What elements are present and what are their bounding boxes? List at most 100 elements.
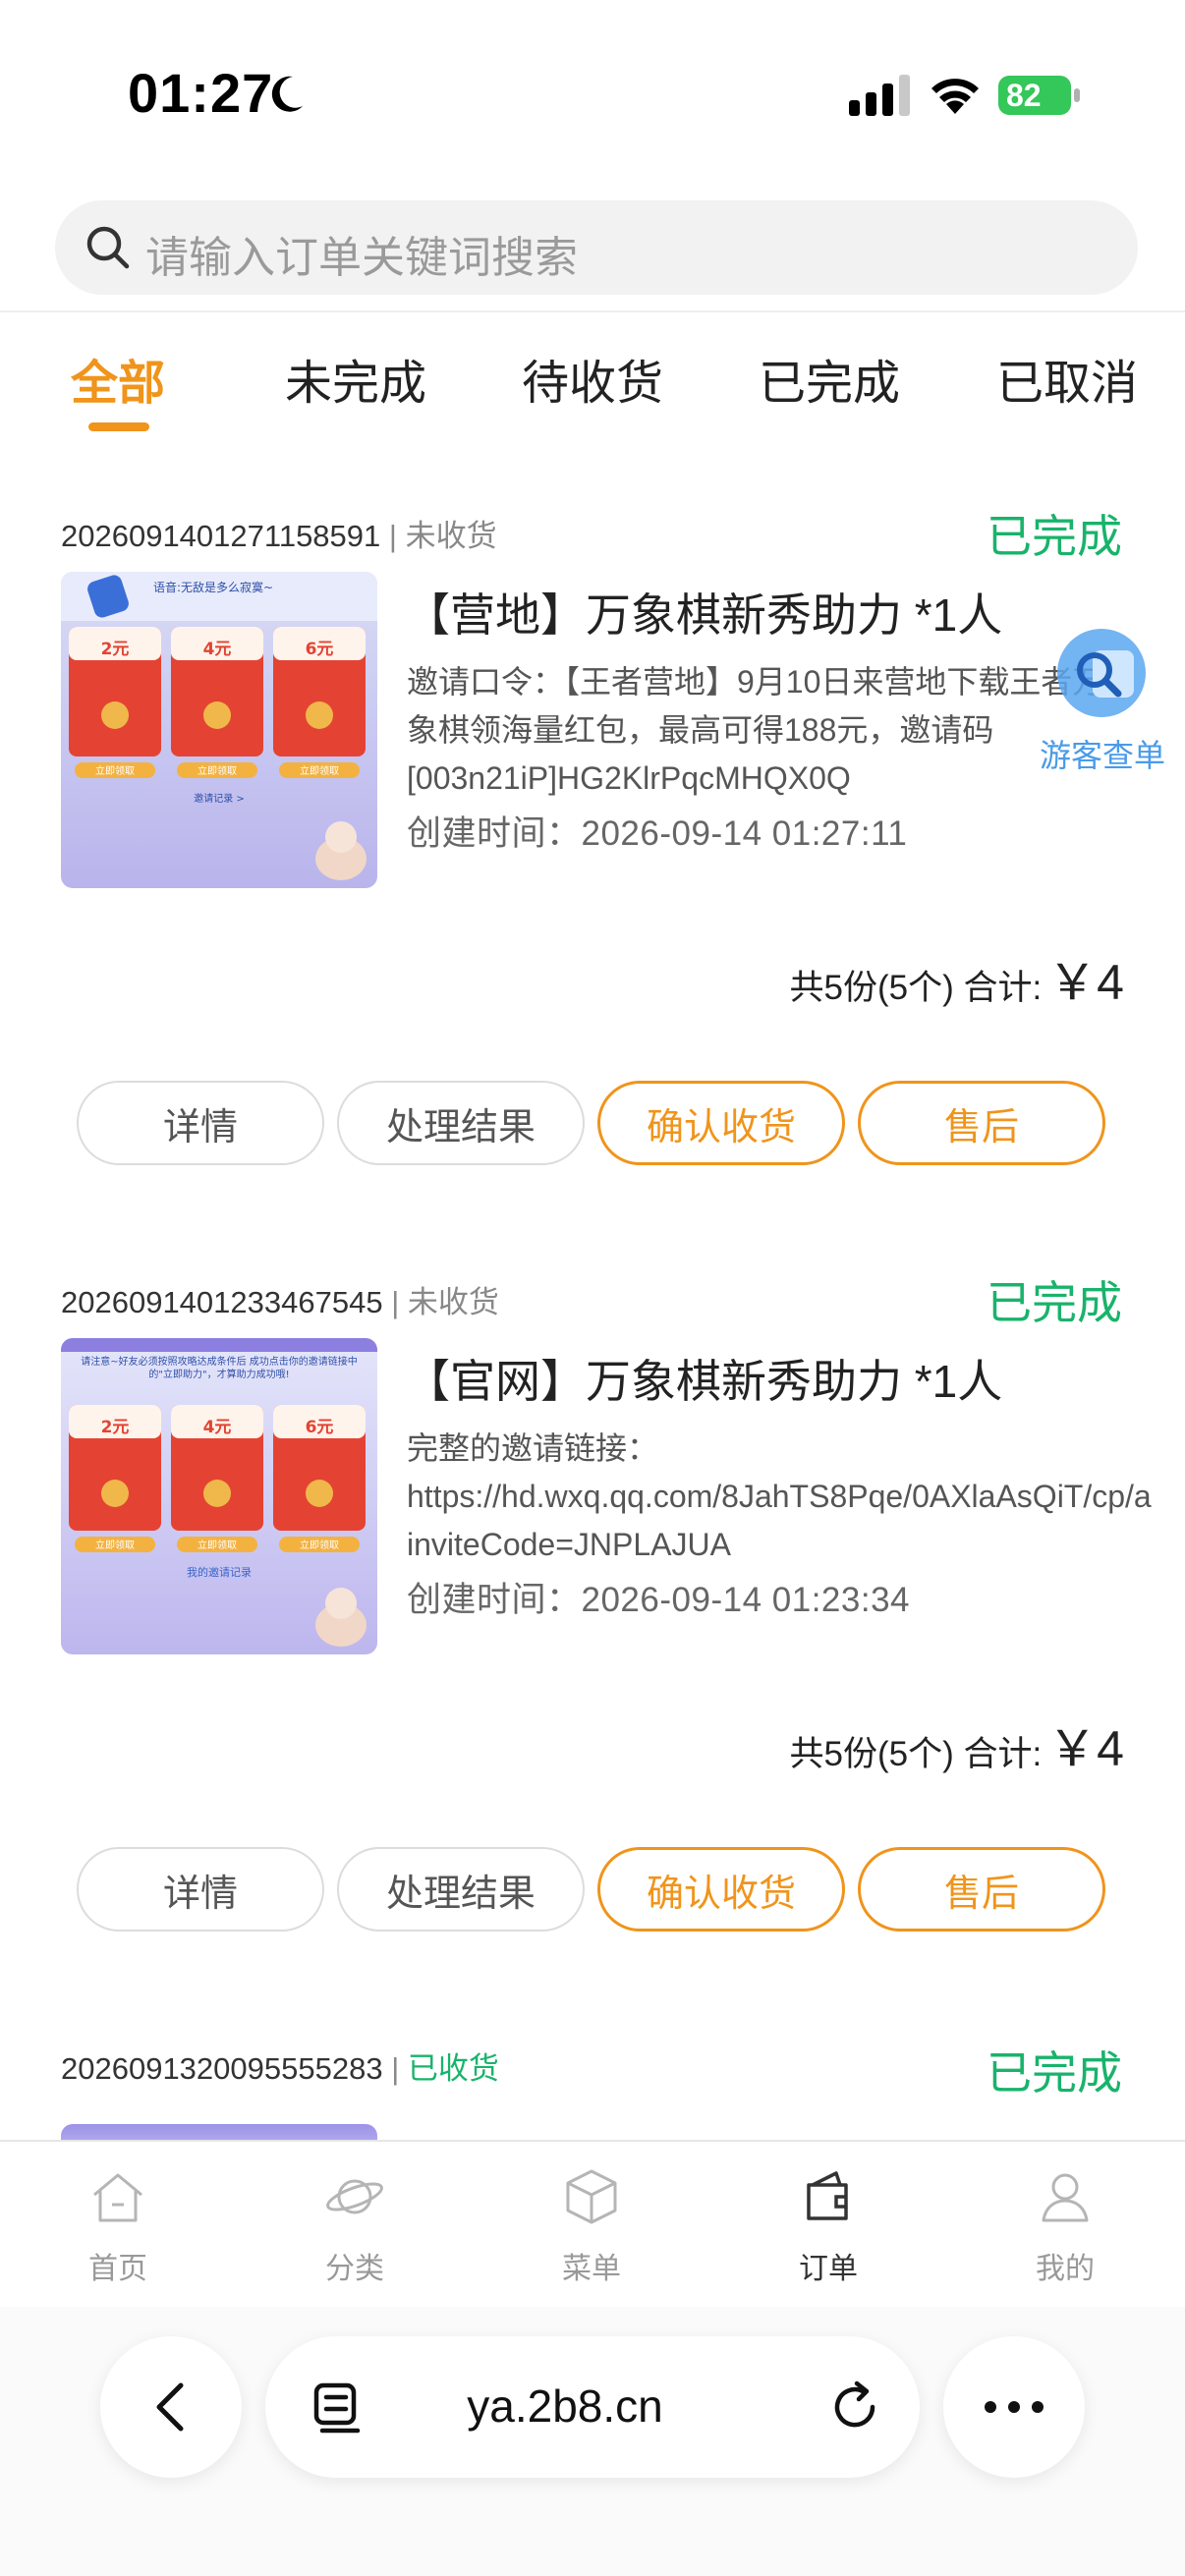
- thumb-header: 请注意~好友必须按照攻略达成条件后 成功点击你的邀请链接中的"立即助力"，才算助…: [81, 1357, 358, 1380]
- thumb-card-button: 立即领取: [300, 764, 339, 777]
- order-number: 2026091401271158591: [61, 519, 381, 553]
- tab-incomplete[interactable]: 未完成: [285, 344, 426, 413]
- separator: |: [391, 2051, 400, 2086]
- total-amount: ￥4: [1047, 1721, 1124, 1776]
- created-time: 创建时间：2026-09-14 01:27:11: [407, 814, 908, 853]
- browser-more-button[interactable]: [943, 2336, 1085, 2478]
- thumb-card-button: 立即领取: [300, 1539, 339, 1551]
- product-thumbnail[interactable]: 请注意~好友必须按照攻略达成条件后 成功点击你的邀请链接中的"立即助力"，才算助…: [61, 1338, 377, 1654]
- thumb-card-button: 立即领取: [95, 1539, 135, 1551]
- product-title[interactable]: 【官网】万象棋新秀助力 *1人: [405, 1346, 1002, 1411]
- product-description: 完整的邀请链接： https://hd.wxq.qq.com/8JahTS8Pq…: [407, 1425, 1185, 1569]
- order-number: 2026091320095555283: [61, 2051, 383, 2086]
- confirm-receipt-button[interactable]: 确认收货: [597, 1081, 845, 1165]
- order-number: 2026091401233467545: [61, 1285, 383, 1319]
- browser-toolbar: ya.2b8.cn: [0, 2307, 1185, 2576]
- order-total: 共5份(5个) 合计: ￥4: [789, 943, 1124, 1014]
- product-title[interactable]: 【营地】万象棋新秀助力 *1人: [405, 580, 1002, 644]
- planet-icon: [326, 2179, 383, 2214]
- description-line: inviteCode=JNPLAJUA: [407, 1527, 731, 1562]
- signal-icon: [849, 75, 910, 116]
- description-line: 完整的邀请链接：: [407, 1430, 659, 1466]
- total-label: 共5份(5个) 合计:: [789, 1735, 1043, 1773]
- moon-icon: [271, 76, 303, 112]
- product-thumbnail[interactable]: 语音:无敌是多么寂寞~ 2元 立即领取 4元 立即领取 6元 立即领取 邀请记录…: [61, 572, 377, 888]
- thumb-footer: 我的邀请记录: [187, 1565, 252, 1579]
- status-bar: 01:27 82: [0, 0, 1185, 187]
- order-number-line: 2026091401233467545 | 未收货: [61, 1277, 499, 1321]
- created-time: 创建时间：2026-09-14 01:23:34: [407, 1581, 910, 1619]
- order-tabs: 全部 未完成 待收货 已完成 已取消: [0, 334, 1185, 442]
- battery-level: 82: [1006, 78, 1042, 113]
- tab-awaiting-receipt[interactable]: 待收货: [522, 344, 663, 413]
- battery-icon: 82: [998, 75, 1081, 116]
- guest-query-button[interactable]: 游客查单: [1030, 619, 1185, 786]
- guest-query-label: 游客查单: [1040, 738, 1166, 773]
- box-icon: [566, 2169, 617, 2224]
- thumb-card-button: 立即领取: [198, 1539, 237, 1551]
- divider: [0, 310, 1185, 312]
- order-card: 2026091320095555283 | 已收货 已完成: [0, 2044, 1185, 2140]
- more-icon: [985, 2401, 1044, 2413]
- receive-status: 已收货: [407, 2051, 499, 2086]
- chevron-left-icon: [156, 2382, 184, 2432]
- thumb-card-amount: 4元: [203, 1418, 232, 1437]
- thumb-footer: 邀请记录 >: [194, 792, 245, 805]
- address-bar[interactable]: ya.2b8.cn: [265, 2336, 920, 2478]
- tab-completed[interactable]: 已完成: [759, 344, 900, 413]
- separator: |: [391, 1285, 400, 1319]
- tab-cancelled[interactable]: 已取消: [996, 344, 1138, 413]
- result-button[interactable]: 处理结果: [337, 1847, 585, 1932]
- receive-status: 未收货: [407, 1285, 499, 1319]
- nav-label: 菜单: [562, 2253, 621, 2285]
- order-total: 共5份(5个) 合计: ￥4: [789, 1709, 1124, 1780]
- thumb-header: 语音:无敌是多么寂寞~: [153, 580, 273, 594]
- thumb-card-button: 立即领取: [95, 764, 135, 777]
- order-status: 已完成: [987, 511, 1122, 562]
- order-status: 已完成: [987, 2047, 1122, 2099]
- home-icon: [93, 2173, 142, 2222]
- reload-icon[interactable]: [825, 2378, 884, 2436]
- total-amount: ￥4: [1047, 955, 1124, 1010]
- product-thumbnail[interactable]: [61, 2124, 377, 2140]
- nav-orders[interactable]: 订单: [760, 2165, 897, 2285]
- total-label: 共5份(5个) 合计:: [789, 969, 1043, 1007]
- receive-status: 未收货: [405, 519, 497, 553]
- url-text: ya.2b8.cn: [467, 2380, 663, 2432]
- nav-category[interactable]: 分类: [286, 2165, 423, 2285]
- nav-menu[interactable]: 菜单: [523, 2165, 660, 2285]
- nav-label: 分类: [325, 2253, 384, 2285]
- result-button[interactable]: 处理结果: [337, 1081, 585, 1165]
- search-input[interactable]: 请输入订单关键词搜索: [55, 200, 1138, 295]
- confirm-receipt-button[interactable]: 确认收货: [597, 1847, 845, 1932]
- browser-back-button[interactable]: [100, 2336, 242, 2478]
- reader-icon: [313, 2382, 361, 2434]
- nav-label: 我的: [1036, 2253, 1095, 2285]
- order-number-line: 2026091401271158591 | 未收货: [61, 511, 497, 555]
- nav-label: 订单: [799, 2253, 858, 2285]
- wallet-icon: [807, 2171, 848, 2220]
- nav-profile[interactable]: 我的: [996, 2165, 1134, 2285]
- wifi-icon: [931, 79, 979, 114]
- user-icon: [1042, 2173, 1089, 2222]
- status-time: 01:27: [128, 62, 274, 124]
- thumb-card-amount: 2元: [101, 640, 130, 659]
- tab-all[interactable]: 全部: [71, 344, 165, 413]
- tab-active-indicator: [88, 422, 149, 431]
- nav-label: 首页: [88, 2253, 147, 2285]
- details-button[interactable]: 详情: [77, 1081, 324, 1165]
- order-number-line: 2026091320095555283 | 已收货: [61, 2044, 499, 2088]
- thumb-card-amount: 2元: [101, 1418, 130, 1437]
- search-placeholder: 请输入订单关键词搜索: [145, 234, 578, 282]
- nav-home[interactable]: 首页: [49, 2165, 187, 2285]
- after-sale-button[interactable]: 售后: [858, 1081, 1105, 1165]
- thumb-card-amount: 6元: [306, 640, 334, 659]
- search-icon: [86, 226, 130, 269]
- thumb-card-amount: 6元: [306, 1418, 334, 1437]
- after-sale-button[interactable]: 售后: [858, 1847, 1105, 1932]
- bottom-nav: 首页 分类 菜单 订单 我的: [0, 2140, 1185, 2307]
- magnifier-icon: [1057, 629, 1146, 717]
- thumb-card-amount: 4元: [203, 640, 232, 659]
- order-status: 已完成: [987, 1277, 1122, 1328]
- details-button[interactable]: 详情: [77, 1847, 324, 1932]
